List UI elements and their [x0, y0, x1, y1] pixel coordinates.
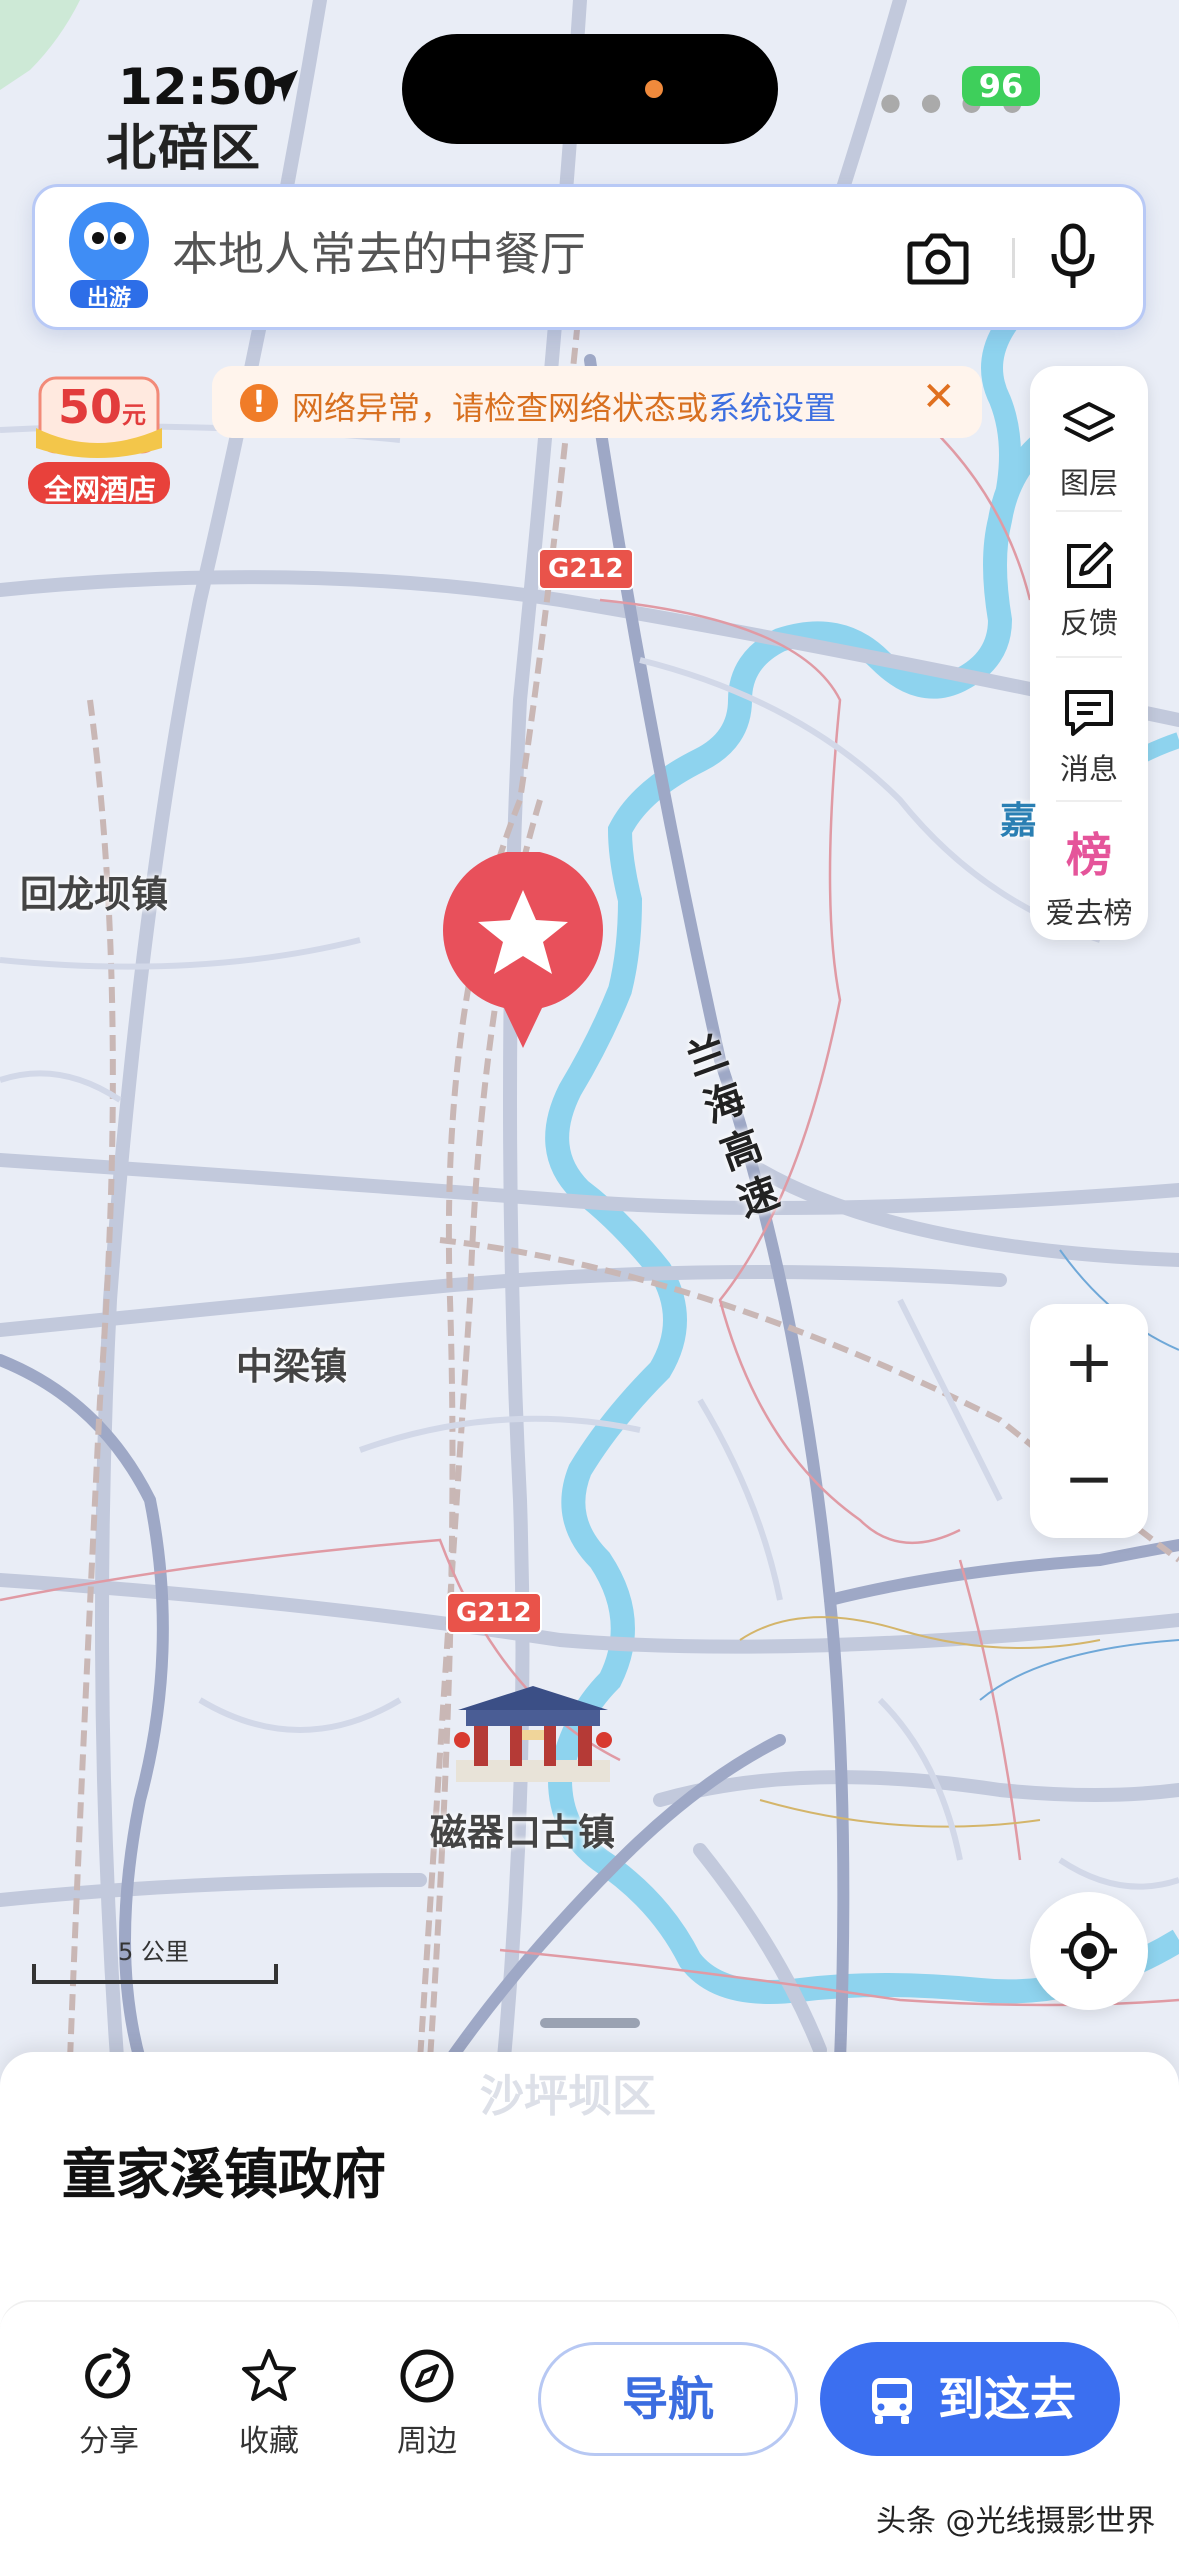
favorite-label: 收藏	[239, 2424, 299, 2459]
map-label-ciqikou: 磁器口古镇	[430, 1811, 615, 1854]
bus-icon	[872, 2378, 912, 2424]
feedback-edit-icon	[1067, 542, 1113, 588]
microphone-icon[interactable]	[1050, 222, 1096, 292]
battery-icon: 96	[962, 66, 1040, 106]
map-label-zhongliang: 中梁镇	[236, 1345, 347, 1388]
map-label-shapingba: 沙坪坝区	[480, 2071, 656, 2122]
toolbar-divider	[1056, 800, 1122, 802]
navigate-button[interactable]: 导航	[538, 2342, 798, 2456]
road-shield-g212-bottom: G212	[446, 1592, 542, 1634]
zoom-out-button[interactable]: −	[1030, 1421, 1148, 1538]
toolbar-divider	[1056, 510, 1122, 512]
messages-label: 消息	[1059, 752, 1118, 786]
hotel-coupon-amount: 50元	[58, 380, 147, 434]
location-arrow-icon	[266, 70, 298, 102]
share-icon	[85, 2347, 131, 2399]
map-label-jia: 嘉	[1000, 799, 1037, 842]
star-icon	[242, 2349, 296, 2401]
district-label: 北碚区	[106, 119, 262, 177]
ciqikou-landmark-icon[interactable]	[448, 1680, 618, 1790]
share-button[interactable]: 分享	[44, 2346, 174, 2460]
mascot-badge-label: 出游	[86, 286, 131, 311]
ranking-icon: 榜	[1066, 828, 1112, 882]
scale-label: 5 公里	[118, 1938, 189, 1966]
zoom-control: + −	[1030, 1304, 1148, 1538]
location-pin-marker[interactable]	[440, 852, 606, 1052]
ranking-label: 爱去榜	[1045, 896, 1133, 930]
zoom-in-button[interactable]: +	[1030, 1304, 1148, 1421]
camera-icon[interactable]	[906, 228, 970, 288]
ranking-button[interactable]: 榜 爱去榜	[1030, 806, 1148, 946]
nearby-button[interactable]: 周边	[362, 2346, 492, 2460]
search-divider	[1012, 238, 1015, 278]
crosshair-icon	[1061, 1923, 1117, 1979]
hotel-coupon-label: 全网酒店	[43, 473, 156, 506]
go-here-button[interactable]: 到这去	[820, 2342, 1120, 2456]
warning-icon: !	[240, 384, 278, 422]
favorite-button[interactable]: 收藏	[204, 2346, 334, 2460]
compass-icon	[400, 2349, 454, 2403]
place-title: 童家溪镇政府	[62, 2143, 386, 2206]
feedback-label: 反馈	[1059, 606, 1118, 640]
message-icon	[1065, 690, 1113, 736]
sheet-drag-handle[interactable]	[540, 2018, 640, 2028]
privacy-indicator-dot	[645, 80, 663, 98]
toolbar-divider	[1056, 656, 1122, 658]
watermark: 头条 @光线摄影世界	[876, 2504, 1156, 2539]
nearby-label: 周边	[397, 2424, 457, 2459]
layers-icon	[1063, 402, 1115, 442]
dynamic-island	[402, 34, 778, 144]
search-input[interactable]: 本地人常去的中餐厅	[172, 218, 586, 284]
messages-button[interactable]: 消息	[1030, 662, 1148, 802]
scale-bar	[32, 1964, 278, 1984]
map-label-huilongba: 回龙坝镇	[20, 873, 168, 916]
go-here-label: 到这去	[938, 2372, 1076, 2426]
system-settings-link[interactable]: 系统设置	[708, 389, 836, 427]
share-label: 分享	[79, 2424, 139, 2459]
layers-button[interactable]: 图层	[1030, 376, 1148, 516]
close-icon[interactable]: ✕	[922, 374, 956, 420]
road-shield-g212-top: G212	[538, 548, 634, 590]
map-toolbar: 图层 反馈 消息 榜 爱去榜	[1030, 366, 1148, 940]
locate-button[interactable]	[1030, 1892, 1148, 2010]
layers-label: 图层	[1059, 466, 1118, 500]
network-notice-text: 网络异常，请检查网络状态或系统设置	[292, 389, 837, 427]
feedback-button[interactable]: 反馈	[1030, 516, 1148, 656]
